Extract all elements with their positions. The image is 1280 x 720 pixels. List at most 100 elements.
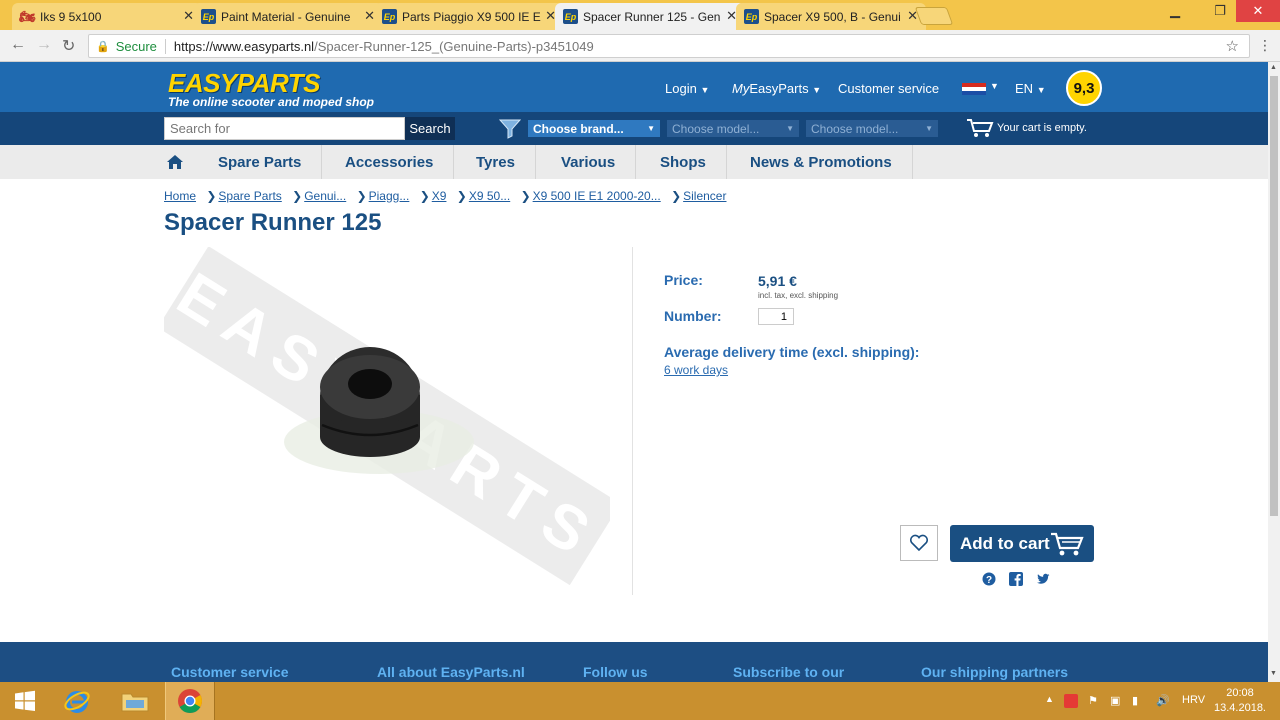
chevron-down-icon: ▼ [647,124,655,133]
delivery-time-link[interactable]: 6 work days [664,363,728,377]
browser-tab-4-active[interactable]: Ep Spacer Runner 125 - Gen ✕ [555,3,745,30]
website: EASYPARTS The online scooter and moped s… [0,62,1268,682]
page-scrollbar[interactable]: ▲ ▼ [1268,62,1280,682]
browser-tab-1[interactable]: 🏍 Iks 9 5x100 ✕ [12,3,202,30]
chevron-right-icon: ❯ [292,189,303,203]
breadcrumb-piaggio[interactable]: Piagg... [369,189,410,203]
scrollbar-thumb[interactable] [1270,76,1278,516]
svg-text:?: ? [986,575,992,586]
breadcrumb-x9-500-ie[interactable]: X9 500 IE E1 2000-20... [533,189,661,203]
price-label: Price: [664,272,703,288]
device-tray-icon[interactable]: ▣ [1110,694,1120,707]
choose-model-select-2[interactable]: Choose model... ▼ [806,120,938,137]
reload-icon[interactable]: ↻ [62,36,75,56]
add-to-cart-label: Add to cart [960,533,1050,553]
product-image[interactable]: EASYPARTS [164,247,610,592]
network-tray-icon[interactable]: ▮ [1132,694,1138,707]
tab-title: Spacer Runner 125 - Gen [583,9,721,24]
language-selector[interactable]: EN ▼ [1015,81,1046,96]
taskbar-clock[interactable]: 20:08 13.4.2018. [1212,686,1268,716]
volume-tray-icon[interactable]: 🔊 [1156,694,1170,707]
choose-brand-select[interactable]: Choose brand... ▼ [528,120,660,137]
search-bar: Search Choose brand... ▼ Choose model... ▼… [0,112,1268,145]
nav-shops[interactable]: Shops [640,145,727,179]
myeasyparts-link[interactable]: MyEasyParts ▼ [732,81,821,96]
search-input[interactable] [164,117,405,140]
price-value: 5,91 € [758,273,797,289]
twitter-icon[interactable] [1036,572,1050,586]
chevron-right-icon: ❯ [419,189,430,203]
login-link[interactable]: Login ▼ [665,81,709,96]
bookmark-star-icon[interactable]: ☆ [1226,37,1239,55]
myeasyparts-label: EasyParts [749,81,809,96]
internet-explorer-icon [64,691,90,713]
cart-icon[interactable] [966,117,994,139]
footer-heading-shipping-partners: Our shipping partners [921,664,1069,680]
forward-icon[interactable]: → [36,36,52,54]
rating-badge[interactable]: 9,3 [1066,70,1102,106]
chevron-down-icon[interactable]: ▼ [990,81,999,91]
nav-tyres[interactable]: Tyres [456,145,536,179]
browser-tab-5[interactable]: Ep Spacer X9 500, B - Genui ✕ [736,3,926,30]
windows-taskbar: ▲ ⚑ ▣ ▮ 🔊 HRV 20:08 13.4.2018. [0,682,1280,720]
language-label: EN [1015,81,1034,96]
input-language[interactable]: HRV [1182,694,1205,706]
chevron-right-icon: ❯ [520,189,531,203]
chevron-right-icon: ❯ [206,189,217,203]
nav-spare-parts[interactable]: Spare Parts [198,145,323,179]
quantity-input[interactable] [758,308,794,325]
secure-label: Secure [116,38,166,54]
new-tab-button[interactable] [914,7,954,25]
flag-tray-icon[interactable]: ⚑ [1088,694,1098,707]
url-input[interactable]: 🔒 Secure https://www.easyparts.nl/Spacer… [88,34,1250,58]
nav-news-promotions[interactable]: News & Promotions [730,145,913,179]
nav-accessories[interactable]: Accessories [325,145,455,179]
breadcrumb-genuine[interactable]: Genui... [304,189,346,203]
facebook-icon[interactable] [1009,572,1023,586]
minimize-button[interactable]: ▁ [1160,0,1190,22]
chrome-menu-icon[interactable]: ⋮ [1258,37,1272,54]
antivirus-tray-icon[interactable] [1064,694,1078,708]
breadcrumb-x9[interactable]: X9 [432,189,447,203]
easyparts-favicon: Ep [201,9,216,24]
search-button[interactable]: Search [405,117,455,140]
maximize-button[interactable]: ❐ [1205,0,1235,22]
home-icon[interactable] [166,154,184,170]
browser-tab-3[interactable]: Ep Parts Piaggio X9 500 IE E ✕ [374,3,564,30]
easyparts-favicon: Ep [744,9,759,24]
delivery-label: Average delivery time (excl. shipping): [664,344,920,360]
footer-heading-follow-us: Follow us [583,664,648,680]
breadcrumb-home[interactable]: Home [164,189,196,203]
site-header: EASYPARTS The online scooter and moped s… [0,62,1268,112]
internet-explorer-button[interactable] [52,682,102,720]
folder-icon [121,693,149,712]
main-nav: Spare Parts Accessories Tyres Various Sh… [0,145,1268,179]
footer-heading-subscribe: Subscribe to our [733,664,845,680]
browser-tab-strip: 🏍 Iks 9 5x100 ✕ Ep Paint Material - Genu… [0,0,1280,30]
croatian-flag-icon[interactable] [962,83,986,95]
scroll-down-icon[interactable]: ▼ [1270,670,1277,677]
scroll-up-icon[interactable]: ▲ [1270,64,1277,71]
cart-status[interactable]: Your cart is empty. [997,122,1087,134]
cart-icon [1051,532,1084,556]
choose-model-select-1[interactable]: Choose model... ▼ [667,120,799,137]
browser-tab-2[interactable]: Ep Paint Material - Genuine ✕ [193,3,383,30]
chrome-icon [178,689,202,714]
tray-expand-icon[interactable]: ▲ [1045,694,1054,704]
file-explorer-button[interactable] [110,682,160,720]
breadcrumb-x9-50[interactable]: X9 50... [469,189,510,203]
breadcrumb-spare-parts[interactable]: Spare Parts [218,189,281,203]
customer-service-link[interactable]: Customer service [838,81,939,96]
wishlist-button[interactable] [900,525,938,561]
footer-heading-customer-service: Customer service [171,664,289,680]
start-button[interactable] [0,682,50,720]
back-icon[interactable]: ← [10,36,26,54]
windows-logo-icon [15,690,35,711]
nav-various[interactable]: Various [541,145,637,179]
site-tagline: The online scooter and moped shop [168,95,375,109]
breadcrumb-silencer[interactable]: Silencer [683,189,726,203]
add-to-cart-button[interactable]: Add to cart [950,525,1094,562]
close-window-button[interactable]: ✕ [1236,0,1280,22]
chrome-taskbar-button[interactable] [165,682,215,720]
help-icon[interactable]: ? [982,572,996,586]
